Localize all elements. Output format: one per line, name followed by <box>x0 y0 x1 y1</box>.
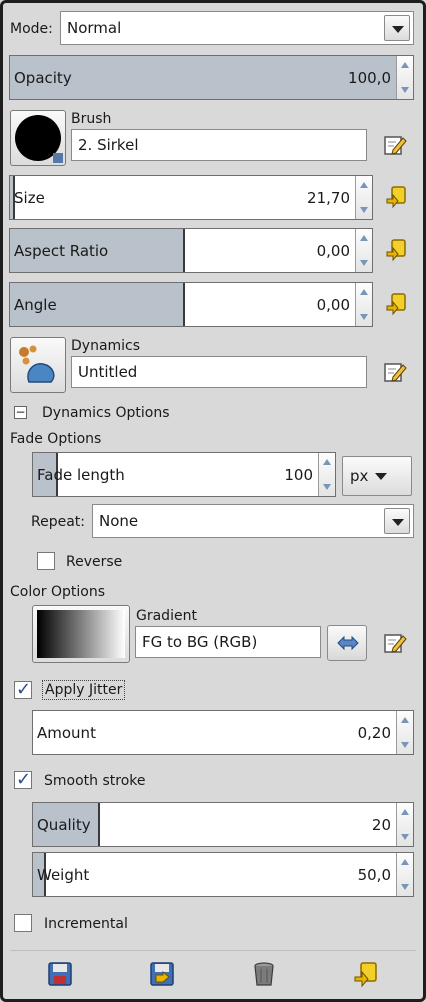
angle-spin-arrows[interactable] <box>355 283 372 326</box>
quality-slider[interactable]: Quality 20 <box>32 802 414 847</box>
reverse-checkbox[interactable] <box>37 552 55 570</box>
chevron-down-icon[interactable] <box>384 15 410 41</box>
swap-arrows-icon <box>337 635 359 651</box>
incremental-checkbox[interactable] <box>14 914 32 932</box>
amount-slider[interactable]: Amount 0,20 <box>32 710 414 755</box>
brush-name-field[interactable]: 2. Sirkel <box>71 129 367 161</box>
color-options-heading: Color Options <box>10 584 106 600</box>
edit-dynamics-icon[interactable] <box>383 360 407 384</box>
reset-options-icon[interactable] <box>352 960 380 988</box>
dynamics-name: Untitled <box>78 363 138 381</box>
size-slider[interactable]: Size 21,70 <box>9 175 373 220</box>
fade-length-label: Fade length <box>37 465 125 484</box>
size-label: Size <box>14 188 45 207</box>
checkmark-icon: ✓ <box>16 769 32 790</box>
fade-length-value: 100 <box>284 465 313 484</box>
angle-slider[interactable]: Angle 0,00 <box>9 282 373 327</box>
brush-preview-button[interactable] <box>10 110 66 166</box>
amount-value: 0,20 <box>357 723 391 742</box>
mode-select[interactable]: Normal <box>60 11 414 45</box>
edit-gradient-icon[interactable] <box>383 631 407 655</box>
dynamics-label: Dynamics <box>71 338 141 354</box>
mode-label: Mode: <box>10 21 53 37</box>
amount-label: Amount <box>37 723 96 742</box>
unit-select[interactable]: px <box>342 456 412 496</box>
smooth-stroke-checkbox[interactable]: ✓ <box>14 769 32 790</box>
chevron-down-icon[interactable] <box>384 508 410 534</box>
reset-angle-icon[interactable] <box>384 292 408 316</box>
restore-options-icon[interactable] <box>148 960 176 988</box>
brush-label: Brush <box>71 111 112 127</box>
gradient-preview-button[interactable] <box>32 605 130 663</box>
brush-corner-icon <box>53 153 63 163</box>
opacity-spin-arrows[interactable] <box>396 56 413 99</box>
gradient-label: Gradient <box>136 608 197 624</box>
quality-value: 20 <box>371 815 391 834</box>
fade-options-heading: Fade Options <box>10 431 102 447</box>
repeat-value: None <box>99 512 139 530</box>
size-spin-arrows[interactable] <box>355 176 372 219</box>
unit-value: px <box>350 467 369 485</box>
dynamics-options-label: Dynamics Options <box>42 405 170 421</box>
brush-name: 2. Sirkel <box>78 136 139 154</box>
repeat-select[interactable]: None <box>92 504 414 538</box>
opacity-value: 100,0 <box>348 68 391 87</box>
aspect-ratio-spin-arrows[interactable] <box>355 229 372 272</box>
weight-spin-arrows[interactable] <box>396 853 413 896</box>
apply-jitter-label: Apply Jitter <box>42 680 126 700</box>
amount-spin-arrows[interactable] <box>396 711 413 754</box>
quality-label: Quality <box>37 815 91 834</box>
reverse-gradient-button[interactable] <box>327 625 367 661</box>
quality-spin-arrows[interactable] <box>396 803 413 846</box>
opacity-label: Opacity <box>14 68 72 87</box>
weight-slider[interactable]: Weight 50,0 <box>32 852 414 897</box>
gradient-swatch <box>37 610 125 658</box>
reset-size-icon[interactable] <box>384 185 408 209</box>
reverse-label: Reverse <box>66 554 123 570</box>
reset-aspect-ratio-icon[interactable] <box>384 238 408 262</box>
fade-length-slider[interactable]: Fade length 100 <box>32 452 336 497</box>
delete-options-icon[interactable] <box>250 960 278 988</box>
footer-divider <box>10 950 416 951</box>
dynamics-icon <box>19 345 55 383</box>
weight-value: 50,0 <box>357 865 391 884</box>
collapse-icon[interactable]: − <box>14 406 27 419</box>
gradient-name: FG to BG (RGB) <box>142 633 258 651</box>
edit-brush-icon[interactable] <box>383 133 407 157</box>
aspect-ratio-label: Aspect Ratio <box>14 241 109 260</box>
weight-label: Weight <box>37 865 90 884</box>
angle-label: Angle <box>14 295 57 314</box>
smooth-stroke-label: Smooth stroke <box>44 773 146 789</box>
size-value: 21,70 <box>307 188 350 207</box>
chevron-down-icon <box>375 473 387 480</box>
aspect-ratio-value: 0,00 <box>316 241 350 260</box>
dynamics-preview-button[interactable] <box>10 337 66 393</box>
gradient-name-field[interactable]: FG to BG (RGB) <box>135 626 321 658</box>
opacity-slider[interactable]: Opacity 100,0 <box>9 55 414 100</box>
fade-length-spin-arrows[interactable] <box>318 453 335 496</box>
aspect-ratio-slider[interactable]: Aspect Ratio 0,00 <box>9 228 373 273</box>
save-options-icon[interactable] <box>46 960 74 988</box>
repeat-label: Repeat: <box>31 514 85 530</box>
apply-jitter-checkbox[interactable]: ✓ <box>14 679 32 700</box>
dynamics-options-expander[interactable]: − Dynamics Options <box>14 404 214 424</box>
mode-value: Normal <box>67 19 122 37</box>
incremental-label: Incremental <box>44 916 128 932</box>
checkmark-icon: ✓ <box>16 679 32 700</box>
dynamics-name-field[interactable]: Untitled <box>71 356 367 388</box>
angle-value: 0,00 <box>316 295 350 314</box>
